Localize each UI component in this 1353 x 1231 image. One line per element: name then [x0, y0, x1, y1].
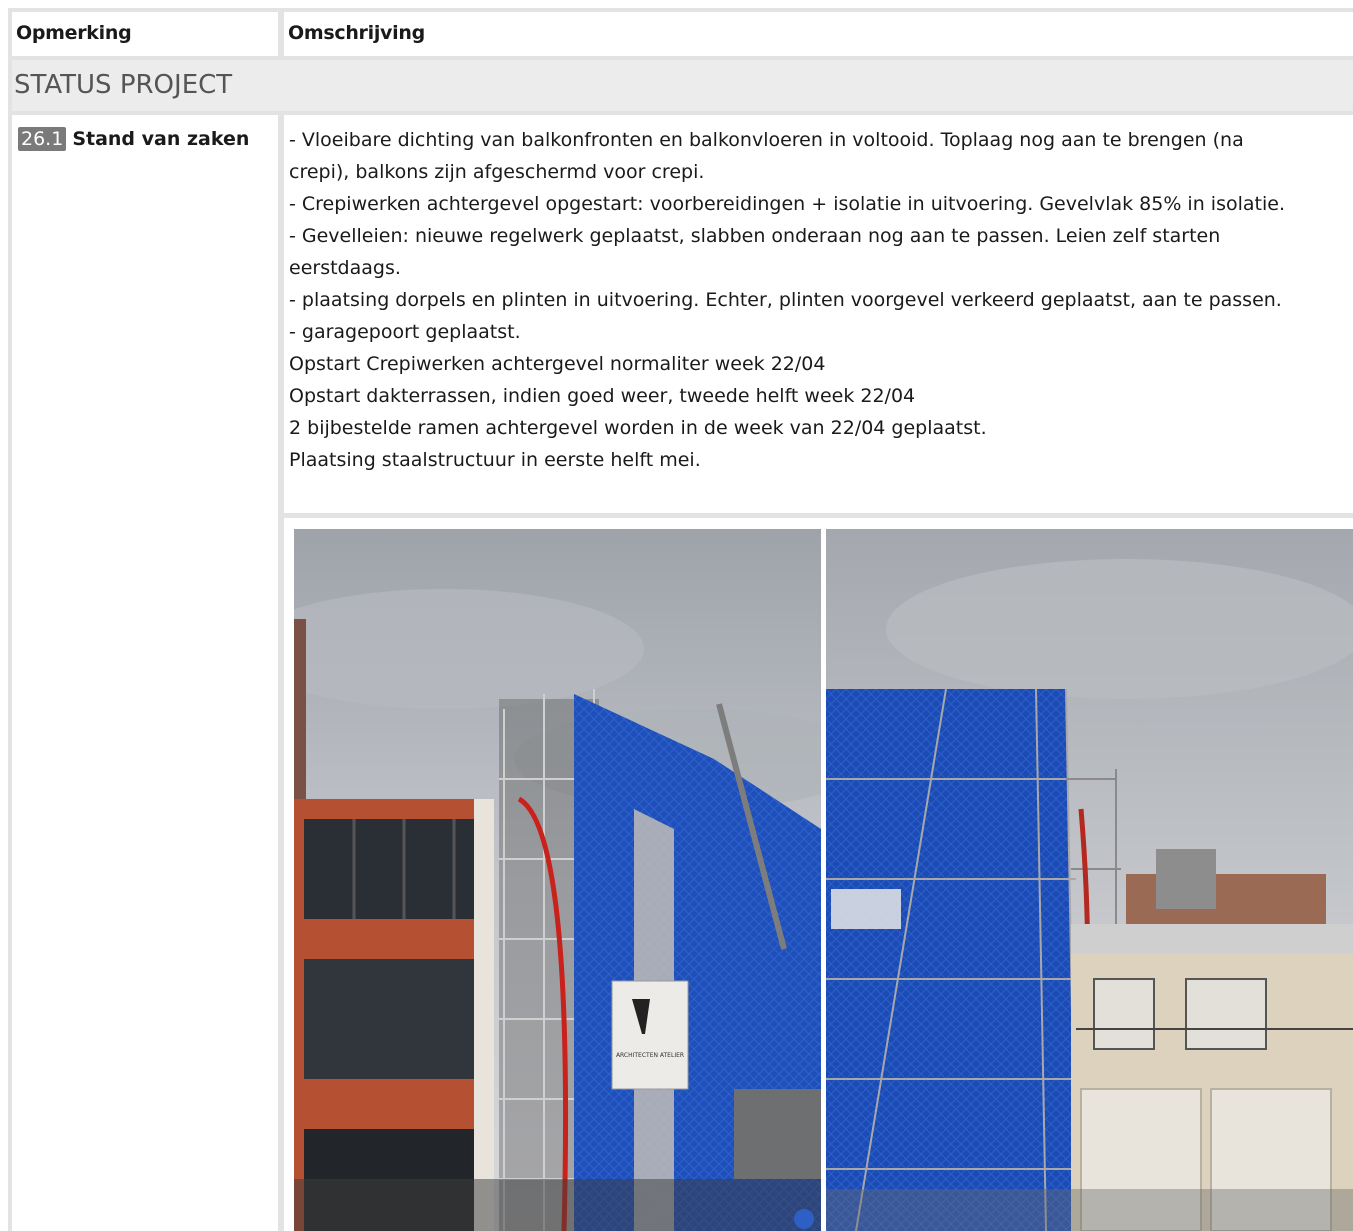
- description-line: Plaatsing staalstructuur in eerste helft…: [289, 449, 701, 471]
- construction-photo-front[interactable]: ARCHITECTEN ATELIER: [294, 529, 821, 1231]
- section-title: STATUS PROJECT: [12, 60, 1353, 111]
- description-line: - Vloeibare dichting van balkonfronten e…: [289, 129, 1244, 151]
- description-line: crepi), balkons zijn afgeschermd voor cr…: [289, 161, 705, 183]
- description-line: - Gevelleien: nieuwe regelwerk geplaatst…: [289, 225, 1221, 247]
- description-line: Opstart Crepiwerken achtergevel normalit…: [289, 353, 826, 375]
- item-description: - Vloeibare dichting van balkonfronten e…: [284, 115, 1353, 513]
- description-line: - Crepiwerken achtergevel opgestart: voo…: [289, 193, 1285, 215]
- photos-cell: ARCHITECTEN ATELIER: [284, 518, 1353, 1231]
- report-table: Opmerking Omschrijving STATUS PROJECT 26…: [8, 8, 1353, 1231]
- item-title: Stand van zaken: [72, 128, 250, 150]
- column-header-opmerking: Opmerking: [12, 12, 278, 56]
- description-line: - garagepoort geplaatst.: [289, 321, 521, 343]
- construction-photo-side[interactable]: [826, 529, 1353, 1231]
- description-line: Opstart dakterrassen, indien goed weer, …: [289, 385, 916, 407]
- column-header-omschrijving: Omschrijving: [284, 12, 1353, 56]
- description-line: - plaatsing dorpels en plinten in uitvoe…: [289, 289, 1282, 311]
- banner-label: ARCHITECTEN ATELIER: [616, 1052, 684, 1059]
- description-line: eerstdaags.: [289, 257, 401, 279]
- item-number-badge: 26.1: [18, 127, 67, 151]
- item-label-cell: 26.1 Stand van zaken: [12, 115, 278, 1231]
- description-line: 2 bijbestelde ramen achtergevel worden i…: [289, 417, 987, 439]
